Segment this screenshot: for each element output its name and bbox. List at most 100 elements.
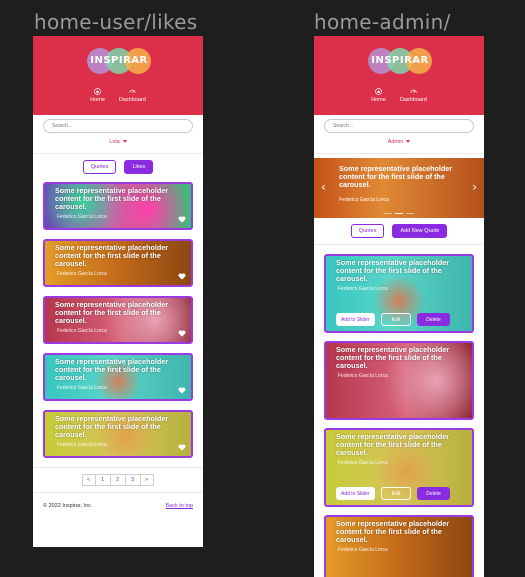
speedometer-icon [129, 89, 136, 94]
nav-dashboard[interactable]: Dashboard [400, 88, 427, 103]
quote-card[interactable]: Some representative placeholder content … [43, 353, 193, 401]
divider [33, 153, 203, 154]
search-input[interactable]: Search... [43, 119, 193, 133]
quote-author: Federico García Lorca [57, 328, 107, 334]
tab-quotes[interactable]: Quotes [82, 160, 117, 174]
user-dropdown[interactable]: Admin [314, 139, 484, 145]
back-to-top-link[interactable]: Back to top [165, 503, 193, 509]
home-icon [375, 88, 382, 95]
heart-icon[interactable] [178, 330, 186, 337]
user-dropdown[interactable]: Lola [33, 139, 203, 145]
nav-dashboard[interactable]: Dashboard [119, 88, 146, 103]
carousel-prev-icon[interactable]: ‹ [321, 180, 326, 194]
user-dropdown-label: Lola [109, 139, 120, 145]
heart-icon[interactable] [178, 444, 186, 451]
card-actions: Add to Slider Edit Delete [336, 313, 450, 326]
copyright-text: © 2022 Inspirar, Inc. [43, 503, 93, 509]
add-to-slider-button[interactable]: Add to Slider [336, 487, 375, 500]
page-1-button[interactable]: 1 [94, 474, 111, 486]
edit-button[interactable]: Edit [380, 487, 412, 500]
divider [314, 244, 484, 245]
quote-text: Some representative placeholder content … [55, 357, 169, 382]
user-dropdown-label: Admin [387, 139, 404, 145]
tab-likes[interactable]: Likes [124, 160, 154, 174]
quote-author: Federico García Lorca [57, 271, 107, 277]
logo-text: INSPIRAR [371, 55, 429, 66]
hero-banner: INSPIRAR Home Dashboard [33, 36, 203, 115]
add-new-quote-button[interactable]: Add New Quote [392, 224, 448, 238]
nav-home-label: Home [90, 97, 105, 103]
carousel-indicator[interactable] [406, 212, 414, 214]
nav-home-label: Home [371, 97, 386, 103]
carousel-next-icon[interactable]: › [472, 180, 477, 194]
logo-text: INSPIRAR [90, 55, 148, 66]
footer: © 2022 Inspirar, Inc. Back to top [33, 493, 203, 509]
carousel-indicator[interactable] [384, 212, 392, 214]
hero-banner: INSPIRAR Home Dashboard [314, 36, 484, 115]
quote-text: Some representative placeholder content … [336, 345, 450, 370]
page-2-button[interactable]: 2 [109, 474, 126, 486]
admin-artboard: INSPIRAR Home Dashboard Search... Admin … [314, 36, 484, 577]
view-tabs: Quotes Likes [33, 160, 203, 174]
heart-icon[interactable] [178, 273, 186, 280]
quote-author: Federico García Lorca [338, 460, 388, 466]
quote-author: Federico García Lorca [338, 286, 388, 292]
quote-author: Federico García Lorca [57, 442, 107, 448]
quote-card[interactable]: Some representative placeholder content … [324, 428, 474, 507]
search-input[interactable]: Search... [324, 119, 474, 133]
tab-quotes[interactable]: Quotes [350, 224, 385, 238]
carousel-quote-text: Some representative placeholder content … [339, 164, 453, 189]
main-nav: Home Dashboard [33, 88, 203, 103]
quote-text: Some representative placeholder content … [336, 432, 450, 457]
quote-author: Federico García Lorca [338, 547, 388, 553]
page-3-button[interactable]: 3 [124, 474, 141, 486]
nav-dashboard-label: Dashboard [118, 97, 146, 103]
frame-title-admin: home-admin/ [314, 10, 451, 34]
quote-text: Some representative placeholder content … [55, 243, 169, 268]
logo[interactable]: INSPIRAR [368, 48, 432, 74]
logo[interactable]: INSPIRAR [87, 48, 151, 74]
carousel-author: Federico García Lorca [339, 197, 389, 203]
carousel-indicators [314, 212, 484, 214]
quote-text: Some representative placeholder content … [336, 519, 450, 544]
caret-down-icon [406, 140, 411, 144]
delete-button[interactable]: Delete [417, 487, 450, 500]
quote-author: Federico García Lorca [57, 385, 107, 391]
frame-title-user: home-user/likes [34, 10, 198, 34]
admin-tabs: Quotes Add New Quote [314, 224, 484, 238]
quote-carousel: Some representative placeholder content … [314, 158, 484, 218]
quote-card[interactable]: Some representative placeholder content … [43, 296, 193, 344]
card-actions: Add to Slider Edit Delete [336, 487, 450, 500]
main-nav: Home Dashboard [314, 88, 484, 103]
divider [314, 153, 484, 154]
nav-home[interactable]: Home [90, 88, 105, 103]
carousel-indicator[interactable] [395, 212, 403, 214]
edit-button[interactable]: Edit [380, 313, 412, 326]
caret-down-icon [122, 140, 127, 144]
quote-card[interactable]: Some representative placeholder content … [43, 410, 193, 458]
quote-text: Some representative placeholder content … [55, 414, 169, 439]
nav-home[interactable]: Home [371, 88, 386, 103]
speedometer-icon [410, 89, 417, 94]
user-artboard: INSPIRAR Home Dashboard Search... Lola Q… [33, 36, 203, 547]
quote-card[interactable]: Some representative placeholder content … [43, 239, 193, 287]
quote-text: Some representative placeholder content … [55, 186, 169, 211]
quote-card[interactable]: Some representative placeholder content … [324, 515, 474, 577]
nav-dashboard-label: Dashboard [399, 97, 427, 103]
heart-icon[interactable] [178, 387, 186, 394]
home-icon [94, 88, 101, 95]
page-next-button[interactable]: > [139, 474, 154, 486]
add-to-slider-button[interactable]: Add to Slider [336, 313, 375, 326]
page-prev-button[interactable]: < [81, 474, 96, 486]
quote-author: Federico García Lorca [57, 214, 107, 220]
divider [33, 467, 203, 468]
quote-card[interactable]: Some representative placeholder content … [43, 182, 193, 230]
delete-button[interactable]: Delete [417, 313, 450, 326]
pagination: < 1 2 3 > [33, 474, 203, 486]
quote-card[interactable]: Some representative placeholder content … [324, 254, 474, 333]
quote-card[interactable]: Some representative placeholder content … [324, 341, 474, 420]
quote-text: Some representative placeholder content … [336, 258, 450, 283]
quote-author: Federico García Lorca [338, 373, 388, 379]
heart-icon[interactable] [178, 216, 186, 223]
quote-text: Some representative placeholder content … [55, 300, 169, 325]
